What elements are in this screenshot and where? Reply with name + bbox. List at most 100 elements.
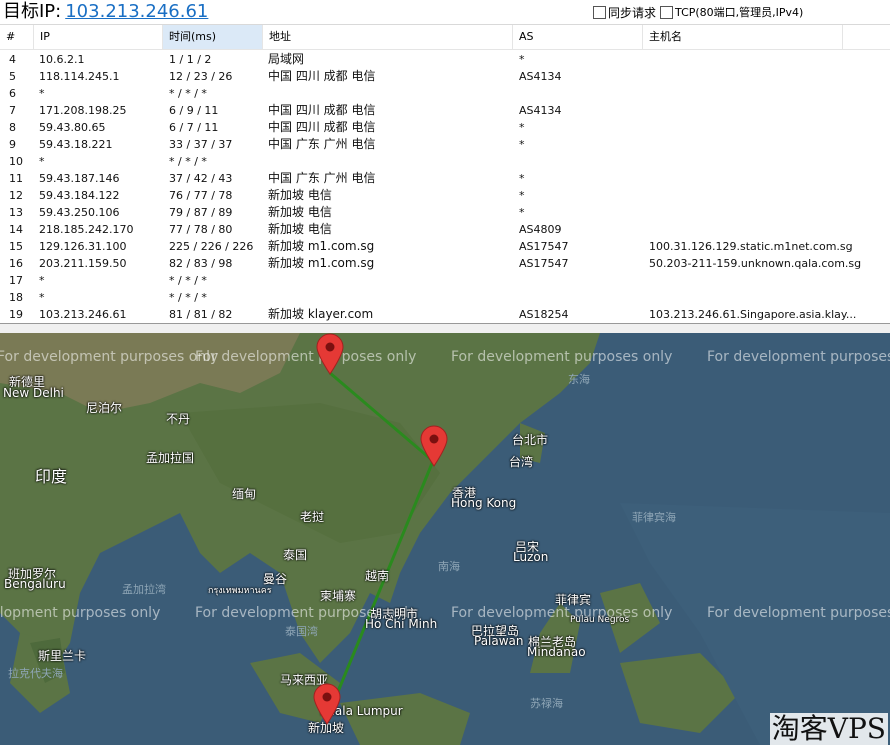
hop-as: * [519,53,525,66]
hop-location: 局域网 [268,52,305,66]
table-header: # IP 时间(ms) 地址 AS 主机名 [0,25,890,50]
hop-ip: 218.185.242.170 [39,223,134,236]
map-label: 孟加拉国 [146,451,195,465]
table-row[interactable]: 19 103.213.246.61 81 / 81 / 82 新加坡 klayer.c… [0,306,890,323]
hop-number: 5 [9,70,16,83]
hop-latency: 79 / 87 / 89 [169,206,233,219]
watermark: For development purposes only [0,605,161,621]
col-header-num[interactable]: # [0,25,34,49]
hop-latency: 37 / 42 / 43 [169,172,233,185]
table-body: 4 10.6.2.1 1 / 1 / 2 局域网 * 5 118.114.245.1 12 /… [0,51,890,323]
map-label: 泰国湾 [285,625,318,638]
hop-latency: * / * / * [169,291,207,304]
map-label: 苏禄海 [530,697,563,710]
map-pin-icon[interactable] [420,425,448,467]
map-label: 尼泊尔 [86,401,123,415]
hop-location: 中国 广东 广州 电信 [268,137,376,151]
route-map[interactable]: For development purposes only For develo… [0,333,890,745]
hop-latency: 225 / 226 / 226 [169,240,254,253]
col-header-as[interactable]: AS [513,25,643,49]
col-header-hostname[interactable]: 主机名 [643,25,843,49]
map-canvas [0,333,890,745]
map-label: 台湾 [509,455,534,469]
hop-latency: 82 / 83 / 98 [169,257,233,270]
tcp-option[interactable]: TCP(80端口,管理员,IPv4) [660,4,803,20]
map-pin-icon[interactable] [316,333,344,375]
table-row[interactable]: 13 59.43.250.106 79 / 87 / 89 新加坡 电信 * [0,204,890,221]
table-row[interactable]: 16 203.211.159.50 82 / 83 / 98 新加坡 m1.com.s… [0,255,890,272]
map-label: 越南 [365,569,390,583]
hop-latency: 12 / 23 / 26 [169,70,233,83]
hop-ip: 59.43.18.221 [39,138,113,151]
target-ip-label: 目标IP: 103.213.246.61 [3,0,208,24]
table-row[interactable]: 10 * * / * / * [0,153,890,170]
hop-ip: * [39,291,45,304]
table-row[interactable]: 4 10.6.2.1 1 / 1 / 2 局域网 * [0,51,890,68]
hop-as: AS18254 [519,308,569,321]
map-label: 菲律宾海 [632,511,676,524]
table-row[interactable]: 11 59.43.187.146 37 / 42 / 43 中国 广东 广州 电信 * [0,170,890,187]
hop-as: * [519,121,525,134]
map-pin-icon[interactable] [313,683,341,725]
col-header-ip[interactable]: IP [34,25,163,49]
map-label: กรุงเทพมหานคร [208,586,272,596]
hop-latency: 77 / 78 / 80 [169,223,233,236]
hop-latency: 81 / 81 / 82 [169,308,233,321]
sync-request-label: 同步请求 [608,6,657,20]
trace-table: # IP 时间(ms) 地址 AS 主机名 4 10.6.2.1 1 / 1 / 2… [0,24,890,324]
hop-number: 17 [9,274,23,287]
hop-as: * [519,189,525,202]
hop-hostname: 100.31.126.129.static.m1net.com.sg [649,240,853,253]
table-row[interactable]: 7 171.208.198.25 6 / 9 / 11 中国 四川 成都 电信 AS41… [0,102,890,119]
hop-latency: 76 / 77 / 78 [169,189,233,202]
hop-hostname: 50.203-211-159.unknown.qala.com.sg [649,257,862,270]
target-bar: 目标IP: 103.213.246.61 同步请求 TCP(80端口,管理员,IP… [0,0,890,24]
hop-number: 18 [9,291,23,304]
hop-ip: 171.208.198.25 [39,104,127,117]
map-label: 柬埔寨 [320,589,357,603]
table-row[interactable]: 12 59.43.184.122 76 / 77 / 78 新加坡 电信 * [0,187,890,204]
table-row[interactable]: 14 218.185.242.170 77 / 78 / 80 新加坡 电信 AS480… [0,221,890,238]
map-label: Ho Chi Minh [365,617,438,631]
hop-hostname: 103.213.246.61.Singapore.asia.klay... [649,308,857,321]
hop-latency: * / * / * [169,87,207,100]
hop-ip: 59.43.187.146 [39,172,120,185]
map-label: 不丹 [166,412,191,426]
table-row[interactable]: 17 * * / * / * [0,272,890,289]
map-label: 缅甸 [232,487,257,501]
hop-number: 19 [9,308,23,321]
tcp-checkbox[interactable] [660,5,673,19]
brand-watermark: 淘客VPS [769,712,888,745]
hop-number: 4 [9,53,16,66]
map-label: 拉克代夫海 [8,667,63,680]
table-row[interactable]: 15 129.126.31.100 225 / 226 / 226 新加坡 m1.co… [0,238,890,255]
target-label-text: 目标IP: [3,1,62,22]
table-row[interactable]: 5 118.114.245.1 12 / 23 / 26 中国 四川 成都 电信 AS4… [0,68,890,85]
sync-request-option[interactable]: 同步请求 [593,4,656,21]
hop-ip: 203.211.159.50 [39,257,127,270]
hop-number: 6 [9,87,16,100]
target-ip-link[interactable]: 103.213.246.61 [65,1,208,22]
sync-request-checkbox[interactable] [593,6,606,19]
hop-ip: 10.6.2.1 [39,53,85,66]
map-label: 印度 [35,467,68,486]
hop-as: AS17547 [519,240,569,253]
hop-as: * [519,172,525,185]
map-label: Palawan [474,634,524,648]
hop-location: 新加坡 m1.com.sg [268,256,375,270]
hop-as: AS4134 [519,104,562,117]
hop-ip: 59.43.80.65 [39,121,106,134]
hop-number: 10 [9,155,23,168]
hop-location: 中国 广东 广州 电信 [268,171,376,185]
watermark: For development purposes only [0,349,219,365]
map-label: Mindanao [527,645,586,659]
hop-ip: * [39,274,45,287]
map-label: Pulau Negros [570,615,630,625]
table-row[interactable]: 8 59.43.80.65 6 / 7 / 11 中国 四川 成都 电信 * [0,119,890,136]
col-header-address[interactable]: 地址 [263,25,513,49]
col-header-time[interactable]: 时间(ms) [163,25,263,49]
hop-location: 新加坡 m1.com.sg [268,239,375,253]
table-row[interactable]: 18 * * / * / * [0,289,890,306]
table-row[interactable]: 6 * * / * / * [0,85,890,102]
table-row[interactable]: 9 59.43.18.221 33 / 37 / 37 中国 广东 广州 电信 * [0,136,890,153]
